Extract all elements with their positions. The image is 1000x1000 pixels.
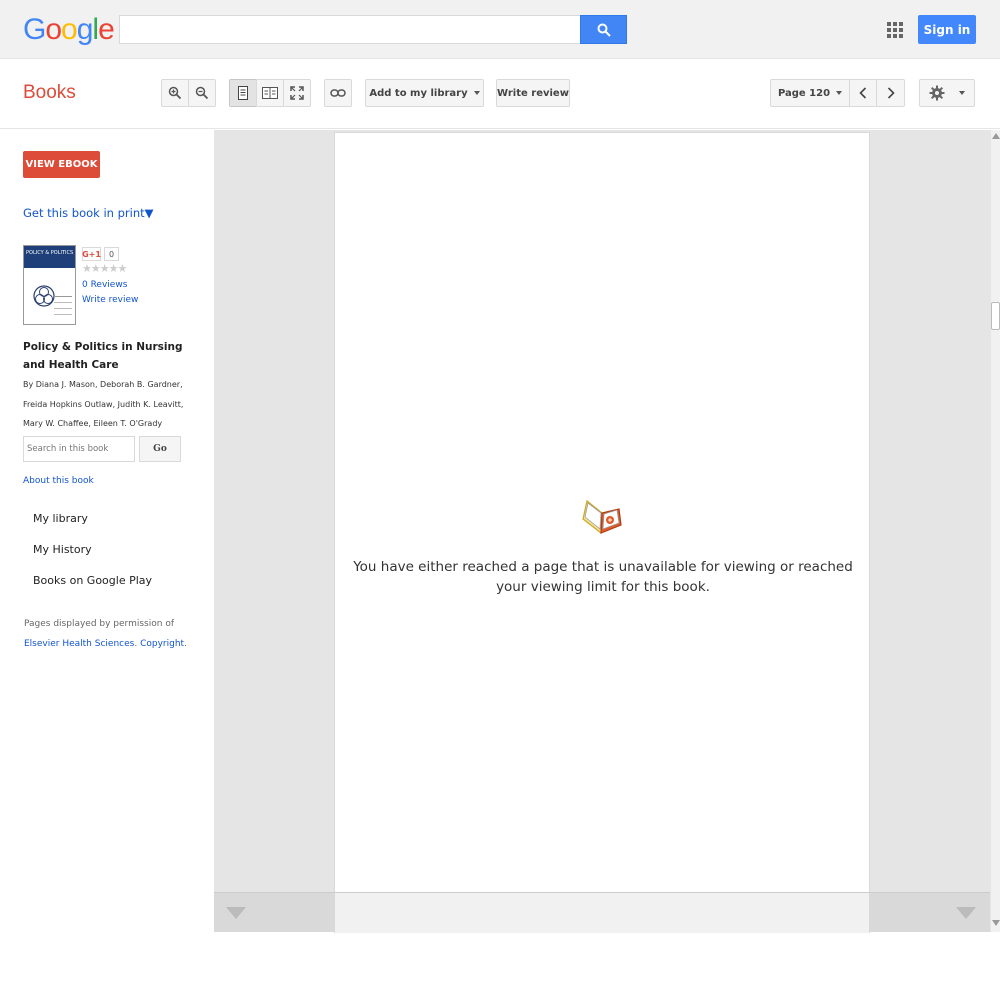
about-this-book-link[interactable]: About this book xyxy=(23,476,94,486)
google-plus-one: G+1 0 xyxy=(82,247,119,261)
open-book-icon xyxy=(582,499,622,535)
scroll-up-arrow-icon[interactable] xyxy=(992,133,1000,139)
publisher-link[interactable]: Elsevier Health Sciences xyxy=(24,639,134,649)
add-to-library-button[interactable]: Add to my library xyxy=(365,79,484,107)
add-to-library-label: Add to my library xyxy=(369,87,468,99)
search-input[interactable] xyxy=(119,15,581,44)
logo-letter: o xyxy=(45,13,62,46)
book-authors: By Diana J. Mason, Deborah B. Gardner, F… xyxy=(23,380,184,428)
permission-text: Pages displayed by permission of xyxy=(24,619,174,629)
fullscreen-icon xyxy=(290,86,304,100)
logo-letter: o xyxy=(61,13,78,46)
unavailable-page-message: You have either reached a page that is u… xyxy=(353,559,853,595)
my-library-link[interactable]: My library xyxy=(33,512,88,525)
cover-title-text: POLICY & POLITICS xyxy=(26,250,74,256)
books-title-link[interactable]: Books xyxy=(23,82,76,104)
chevron-left-icon xyxy=(859,87,867,99)
search-button[interactable] xyxy=(580,15,627,44)
cover-emblem-icon xyxy=(33,285,55,307)
two-page-icon xyxy=(262,87,278,99)
search-in-book-go-button[interactable]: Go xyxy=(139,436,181,462)
previous-page-button[interactable] xyxy=(849,79,877,107)
zoom-out-button[interactable] xyxy=(188,79,216,107)
left-sidebar: VIEW EBOOK Get this book in print▼ POLIC… xyxy=(0,130,214,1000)
page-bottom-edge xyxy=(334,893,870,933)
zoom-out-icon xyxy=(195,86,209,100)
gear-icon xyxy=(929,85,945,101)
book-page: You have either reached a page that is u… xyxy=(334,132,870,932)
get-book-in-print-link[interactable]: Get this book in print▼ xyxy=(23,206,153,220)
link-button[interactable] xyxy=(324,79,352,107)
copyright-link[interactable]: Copyright xyxy=(140,639,184,649)
book-viewer[interactable]: You have either reached a page that is u… xyxy=(214,130,990,933)
fullscreen-button[interactable] xyxy=(283,79,311,107)
write-review-button[interactable]: Write review xyxy=(496,79,570,107)
search-in-book-input[interactable] xyxy=(23,436,135,462)
my-history-link[interactable]: My History xyxy=(33,543,92,556)
sign-in-button[interactable]: Sign in xyxy=(918,15,976,44)
single-page-view-button[interactable] xyxy=(229,79,257,107)
logo-letter: g xyxy=(76,13,94,46)
two-page-view-button[interactable] xyxy=(256,79,284,107)
scrollbar-thumb[interactable] xyxy=(991,302,1000,330)
zoom-in-icon xyxy=(168,86,182,100)
write-review-label: Write review xyxy=(497,87,569,99)
permission-notice: Pages displayed by permission of Elsevie… xyxy=(24,615,204,654)
page-number-label: Page 120 xyxy=(777,87,831,99)
books-toolbar: Books Add to my library Write review Pag… xyxy=(0,59,1000,129)
dropdown-caret-icon xyxy=(959,91,965,95)
google-logo[interactable]: Google xyxy=(23,13,115,47)
view-ebook-button[interactable]: VIEW EBOOK xyxy=(23,151,100,178)
settings-button[interactable] xyxy=(919,79,975,107)
viewer-bottom-strip xyxy=(214,892,990,933)
scroll-down-left-icon[interactable] xyxy=(226,907,246,919)
book-cover-image[interactable]: POLICY & POLITICS xyxy=(23,245,76,325)
top-bar: Google Sign in xyxy=(0,0,1000,59)
chevron-right-icon xyxy=(887,87,895,99)
zoom-in-button[interactable] xyxy=(161,79,189,107)
single-page-icon xyxy=(238,86,248,100)
plus-one-count: 0 xyxy=(104,247,119,261)
reviews-link[interactable]: 0 Reviews xyxy=(82,280,127,290)
book-title: Policy & Politics in Nursing and Health … xyxy=(23,341,183,371)
logo-letter: G xyxy=(23,13,46,46)
dropdown-caret-icon xyxy=(473,91,480,95)
next-page-button[interactable] xyxy=(876,79,905,107)
plus-one-button[interactable]: G+1 xyxy=(82,247,101,261)
page-select-button[interactable]: Page 120 xyxy=(770,79,850,107)
apps-grid-icon[interactable] xyxy=(887,22,903,38)
dropdown-caret-icon xyxy=(836,91,843,95)
permission-period: . xyxy=(184,638,187,649)
books-on-google-play-link[interactable]: Books on Google Play xyxy=(33,574,152,587)
link-icon xyxy=(330,89,346,97)
logo-letter: e xyxy=(98,13,115,46)
star-rating: ★★★★★ xyxy=(82,262,127,275)
search-icon xyxy=(597,23,611,37)
viewer-scrollbar[interactable] xyxy=(990,130,1000,932)
write-review-link[interactable]: Write review xyxy=(82,295,138,305)
scroll-down-arrow-icon[interactable] xyxy=(992,920,1000,926)
scroll-down-right-icon[interactable] xyxy=(956,907,976,919)
